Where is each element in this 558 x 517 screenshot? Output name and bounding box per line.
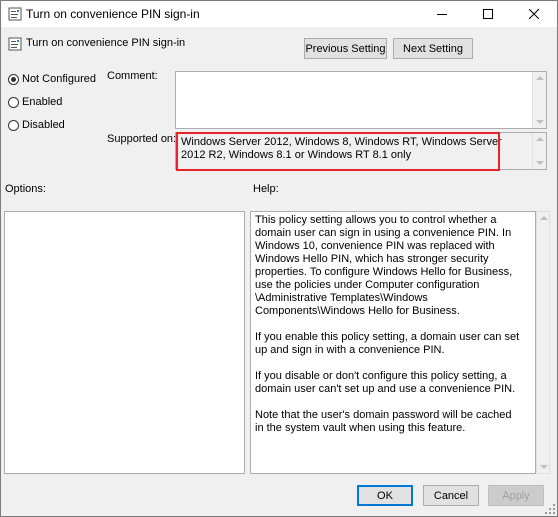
minimize-button[interactable]: [419, 1, 465, 27]
help-label: Help:: [253, 183, 279, 195]
cancel-button[interactable]: Cancel: [423, 485, 479, 506]
radio-indicator: [8, 96, 19, 108]
radio-label: Not Configured: [22, 73, 96, 85]
resize-grip-icon[interactable]: [545, 504, 555, 514]
comment-label: Comment:: [107, 70, 158, 82]
radio-selected-indicator: [8, 73, 19, 85]
help-paragraph: Note that the user's domain password wil…: [255, 409, 512, 434]
help-scrollbar[interactable]: [536, 211, 550, 474]
highlight-annotation: [176, 132, 500, 171]
maximize-button[interactable]: [465, 1, 511, 27]
next-setting-button[interactable]: Next Setting: [393, 38, 473, 59]
options-label: Options:: [5, 183, 46, 195]
policy-setting-icon: [8, 37, 22, 51]
help-text: This policy setting allows you to contro…: [255, 214, 521, 448]
supported-on-label: Supported on:: [107, 133, 177, 145]
radio-label: Disabled: [22, 119, 65, 131]
scroll-down-icon[interactable]: [536, 161, 544, 165]
radio-indicator: [8, 119, 19, 131]
options-pane: [4, 211, 245, 474]
radio-disabled[interactable]: Disabled: [8, 119, 65, 131]
title-bar: Turn on convenience PIN sign-in: [1, 1, 557, 27]
scroll-down-icon[interactable]: [536, 120, 544, 124]
help-pane: This policy setting allows you to contro…: [250, 211, 536, 474]
policy-name: Turn on convenience PIN sign-in: [26, 37, 186, 49]
help-paragraph: If you disable or don't configure this p…: [255, 370, 516, 395]
comment-scrollbar[interactable]: [532, 72, 546, 128]
help-paragraph: This policy setting allows you to contro…: [255, 214, 513, 317]
radio-label: Enabled: [22, 96, 63, 108]
policy-setting-icon: [8, 7, 22, 21]
comment-textarea[interactable]: [175, 71, 547, 129]
scroll-up-icon[interactable]: [540, 216, 548, 220]
previous-setting-button[interactable]: Previous Setting: [304, 38, 387, 59]
maximize-icon: [483, 9, 493, 19]
policy-dialog: Turn on convenience PIN sign-in Turn on …: [0, 0, 558, 517]
window-title: Turn on convenience PIN sign-in: [26, 7, 200, 21]
apply-button: Apply: [488, 485, 544, 506]
scroll-up-icon[interactable]: [536, 76, 544, 80]
minimize-icon: [437, 14, 447, 15]
scroll-up-icon[interactable]: [536, 137, 544, 141]
close-button[interactable]: [511, 1, 557, 27]
help-paragraph: If you enable this policy setting, a dom…: [255, 331, 520, 356]
radio-enabled[interactable]: Enabled: [8, 96, 62, 108]
supported-scrollbar[interactable]: [532, 133, 546, 169]
radio-not-configured[interactable]: Not Configured: [8, 73, 96, 85]
scroll-down-icon[interactable]: [540, 465, 548, 469]
ok-button[interactable]: OK: [357, 485, 413, 506]
close-icon: [529, 9, 539, 19]
